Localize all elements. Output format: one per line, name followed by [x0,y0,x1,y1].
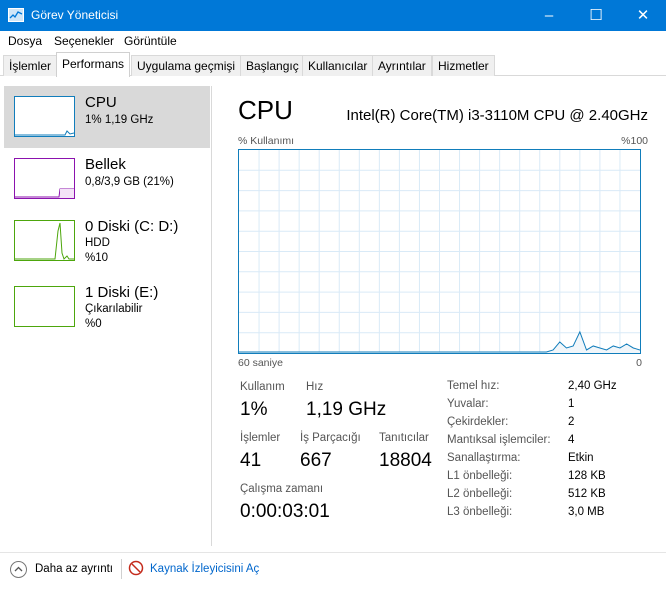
open-resource-monitor-link[interactable]: Kaynak İzleyicisini Aç [150,563,259,575]
spec-value: 4 [568,434,575,446]
utilization-value: 1% [240,399,268,420]
tab-services[interactable]: Hizmetler [432,55,495,76]
sidebar-item-cpu[interactable]: CPU 1% 1,19 GHz [4,86,210,148]
sidebar-item-label: CPU [85,94,117,111]
cpu-usage-graph [238,149,641,354]
close-button[interactable]: ✕ [620,0,666,31]
spec-value: Etkin [568,452,594,464]
memory-thumbnail-graph [14,158,75,199]
sidebar-item-detail: %0 [85,318,102,330]
uptime-label: Çalışma zamanı [240,483,324,495]
disk1-thumbnail-graph [14,286,75,327]
cpu-model-name: Intel(R) Core(TM) i3-3110M CPU @ 2.40GHz [346,107,648,124]
menu-view[interactable]: Görüntüle [124,34,177,48]
spec-label: Mantıksal işlemciler: [447,434,551,446]
spec-label: Sanallaştırma: [447,452,521,464]
sidebar-item-label: Bellek [85,156,126,173]
spec-label: L3 önbelleği: [447,506,513,518]
graph-y-max: %100 [621,135,648,147]
tab-processes[interactable]: İşlemler [3,55,58,76]
chevron-up-icon[interactable] [10,561,27,578]
spec-value: 1 [568,398,575,410]
sidebar-item-disk-0[interactable]: 0 Diski (C: D:) HDD %10 [4,210,210,272]
menu-file[interactable]: Dosya [8,34,42,48]
spec-label: L1 önbelleği: [447,470,513,482]
task-manager-icon [8,8,24,22]
sidebar-item-type: Çıkarılabilir [85,303,143,315]
sidebar-item-detail: %10 [85,252,109,264]
tab-performance[interactable]: Performans [56,52,131,77]
footer-bar: Daha az ayrıntı Kaynak İzleyicisini Aç [0,552,666,593]
spec-value: 2 [568,416,575,428]
cpu-thumbnail-graph [14,96,75,137]
tab-startup[interactable]: Başlangıç [240,55,305,76]
menu-options[interactable]: Seçenekler [54,34,114,48]
spec-label: L2 önbelleği: [447,488,513,500]
fewer-details-button[interactable]: Daha az ayrıntı [35,563,113,575]
spec-label: Yuvalar: [447,398,489,410]
tab-details[interactable]: Ayrıntılar [372,55,432,76]
sidebar-item-memory[interactable]: Bellek 0,8/3,9 GB (21%) [4,148,210,210]
sidebar-item-label: 0 Diski (C: D:) [85,218,179,235]
menu-bar: Dosya Seçenekler Görüntüle [0,31,666,52]
handles-label: Tanıtıcılar [379,432,429,444]
handles-value: 18804 [379,450,432,471]
spec-label: Temel hız: [447,380,500,392]
disk0-thumbnail-graph [14,220,75,261]
title-bar: Görev Yöneticisi – ☐ ✕ [0,0,666,31]
footer-divider [121,559,122,579]
speed-value: 1,19 GHz [306,399,387,420]
spec-value: 128 KB [568,470,606,482]
tab-app-history[interactable]: Uygulama geçmişi [131,55,242,76]
resource-monitor-icon[interactable] [128,560,144,576]
sidebar-item-label: 1 Diski (E:) [85,284,159,301]
sidebar-item-type: HDD [85,237,110,249]
utilization-label: Kullanım [240,381,285,393]
speed-label: Hız [306,381,324,393]
performance-sidebar: CPU 1% 1,19 GHz Bellek 0,8/3,9 GB (21%) … [4,86,212,546]
sidebar-item-disk-1[interactable]: 1 Diski (E:) Çıkarılabilir %0 [4,276,210,338]
threads-value: 667 [300,450,332,471]
spec-value: 512 KB [568,488,606,500]
minimize-button[interactable]: – [526,0,572,31]
processes-value: 41 [240,450,262,471]
window-title: Görev Yöneticisi [31,8,119,22]
spec-value: 2,40 GHz [568,380,617,392]
tab-strip: İşlemler Performans Uygulama geçmişi Baş… [0,52,666,77]
uptime-value: 0:00:03:01 [240,501,330,522]
graph-x-zero: 0 [636,357,642,369]
spec-label: Çekirdekler: [447,416,509,428]
page-title: CPU [238,95,293,125]
cpu-usage-graph-canvas [239,150,641,353]
maximize-button[interactable]: ☐ [573,0,619,31]
sidebar-item-detail: 0,8/3,9 GB (21%) [85,176,174,188]
sidebar-item-detail: 1% 1,19 GHz [85,114,154,126]
spec-value: 3,0 MB [568,506,605,518]
graph-time-span: 60 saniye [238,357,283,369]
threads-label: İş Parçacığı [300,432,361,444]
processes-label: İşlemler [240,432,281,444]
graph-y-label: % Kullanımı [238,135,295,147]
tab-users[interactable]: Kullanıcılar [302,55,374,76]
